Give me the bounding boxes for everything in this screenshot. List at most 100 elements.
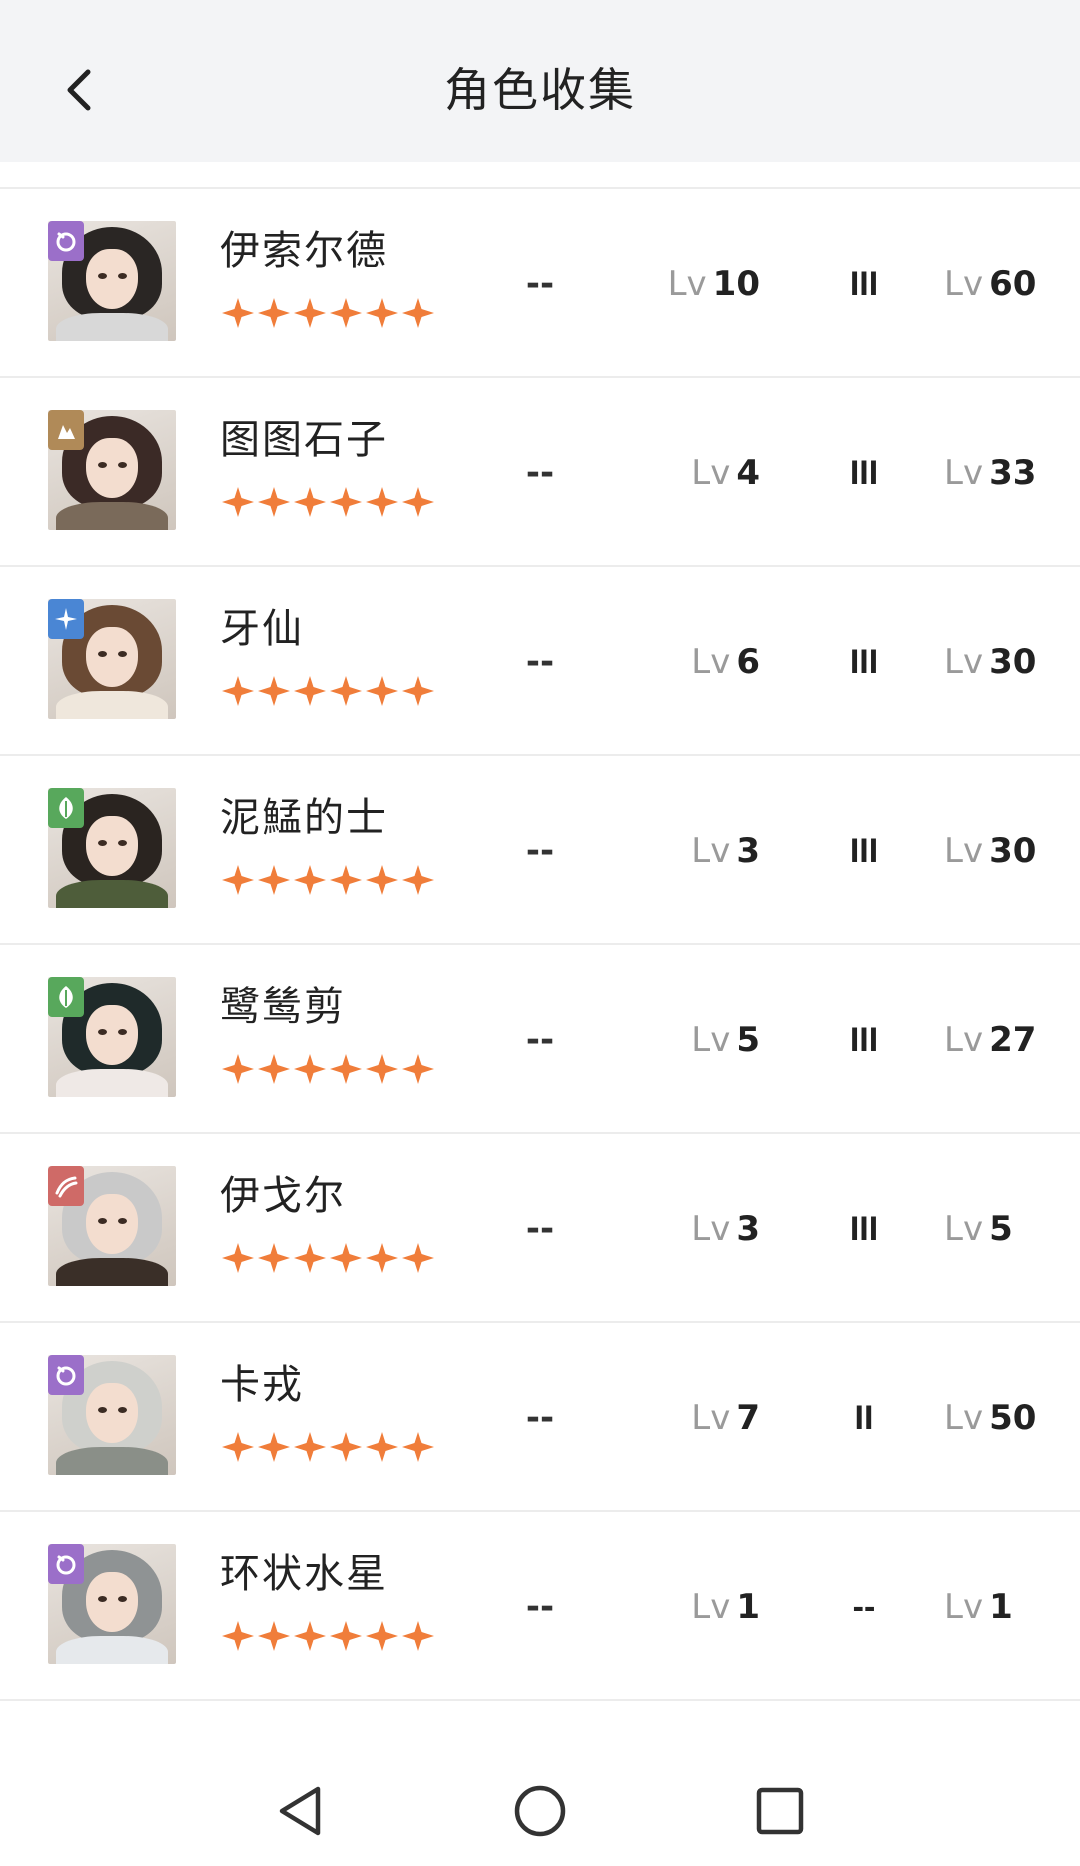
character-row[interactable]: 卡戎 -- Lv 7 II Lv 50 xyxy=(0,1323,1080,1512)
circle-home-icon xyxy=(514,1785,566,1837)
character-max-level: Lv 5 xyxy=(944,1204,1060,1254)
character-row[interactable]: 环状水星 -- Lv 1 -- Lv 1 xyxy=(0,1512,1080,1701)
character-row[interactable]: 伊戈尔 -- Lv 3 III Lv 5 xyxy=(0,1134,1080,1323)
character-row[interactable]: 泥鯭的士 -- Lv 3 III Lv 30 xyxy=(0,756,1080,945)
star-icon xyxy=(330,1432,362,1462)
character-max-level: Lv 50 xyxy=(944,1393,1060,1443)
character-level: Lv 4 xyxy=(640,448,760,498)
character-row[interactable]: 鹭鸶剪 -- Lv 5 III Lv 27 xyxy=(0,945,1080,1134)
level-value: 3 xyxy=(736,831,760,871)
star-icon xyxy=(366,1243,398,1273)
character-max-level: Lv 33 xyxy=(944,448,1060,498)
level-prefix: Lv xyxy=(944,831,984,871)
character-name: 伊索尔德 xyxy=(220,228,388,274)
star-icon xyxy=(366,1054,398,1084)
nav-recents-button[interactable] xyxy=(745,1776,815,1846)
star-icon xyxy=(366,298,398,328)
level-prefix: Lv xyxy=(691,642,731,682)
star-icon xyxy=(366,1432,398,1462)
star-icon xyxy=(294,1621,326,1651)
green-leaf-element-icon xyxy=(48,977,84,1017)
page-title: 角色收集 xyxy=(444,63,636,117)
star-icon xyxy=(222,298,254,328)
character-max-level: Lv 27 xyxy=(944,1015,1060,1065)
character-level: Lv 5 xyxy=(640,1015,760,1065)
app-header: 角色收集 xyxy=(0,0,1080,162)
character-col1: -- xyxy=(525,453,555,493)
star-icon xyxy=(258,487,290,517)
max-level-value: 50 xyxy=(989,1398,1037,1438)
character-max-level: Lv60 xyxy=(944,259,1060,309)
max-level-value: 30 xyxy=(989,831,1037,871)
character-avatar xyxy=(48,977,176,1097)
star-icon xyxy=(402,487,434,517)
purple-ring-element-icon xyxy=(48,1355,84,1395)
level-value: 6 xyxy=(736,642,760,682)
star-rating xyxy=(220,297,436,329)
character-col1: -- xyxy=(525,1398,555,1438)
character-col1: -- xyxy=(525,264,555,304)
level-value: 5 xyxy=(736,1020,760,1060)
character-rank: III xyxy=(849,454,879,492)
star-rating xyxy=(220,1431,436,1463)
star-icon xyxy=(258,1054,290,1084)
character-avatar xyxy=(48,1166,176,1286)
level-prefix: Lv xyxy=(691,1020,731,1060)
character-rank: III xyxy=(849,832,879,870)
character-avatar xyxy=(48,1355,176,1475)
star-icon xyxy=(330,1054,362,1084)
star-icon xyxy=(330,487,362,517)
star-rating xyxy=(220,1620,436,1652)
max-level-value: 60 xyxy=(989,264,1037,304)
max-level-value: 33 xyxy=(989,453,1037,493)
level-prefix: Lv xyxy=(667,264,707,304)
character-name: 牙仙 xyxy=(220,606,304,652)
star-rating xyxy=(220,864,436,896)
character-name: 环状水星 xyxy=(220,1551,388,1597)
green-leaf-element-icon xyxy=(48,788,84,828)
max-level-value: 30 xyxy=(989,642,1037,682)
level-value: 3 xyxy=(736,1209,760,1249)
level-value: 1 xyxy=(736,1587,760,1627)
nav-home-button[interactable] xyxy=(505,1776,575,1846)
star-icon xyxy=(222,676,254,706)
star-icon xyxy=(258,1432,290,1462)
character-name: 图图石子 xyxy=(220,417,388,463)
character-row[interactable]: 图图石子 -- Lv 4 III Lv 33 xyxy=(0,378,1080,567)
star-icon xyxy=(258,298,290,328)
character-col1: -- xyxy=(525,1020,555,1060)
red-claw-element-icon xyxy=(48,1166,84,1206)
character-level: Lv 1 xyxy=(640,1582,760,1632)
level-value: 10 xyxy=(712,264,760,304)
star-icon xyxy=(222,1243,254,1273)
level-prefix: Lv xyxy=(944,264,984,304)
character-avatar xyxy=(48,410,176,530)
star-icon xyxy=(294,298,326,328)
level-prefix: Lv xyxy=(944,453,984,493)
level-prefix: Lv xyxy=(691,1587,731,1627)
star-icon xyxy=(330,298,362,328)
level-value: 4 xyxy=(736,453,760,493)
level-prefix: Lv xyxy=(691,1209,731,1249)
character-name: 伊戈尔 xyxy=(220,1173,346,1219)
star-icon xyxy=(222,1432,254,1462)
star-icon xyxy=(366,1621,398,1651)
star-icon xyxy=(366,487,398,517)
character-rank: -- xyxy=(852,1588,876,1626)
nav-back-button[interactable] xyxy=(265,1776,335,1846)
star-icon xyxy=(294,1432,326,1462)
character-col1: -- xyxy=(525,642,555,682)
character-max-level: Lv 30 xyxy=(944,637,1060,687)
triangle-back-icon xyxy=(279,1786,321,1836)
star-icon xyxy=(402,1054,434,1084)
character-name: 鹭鸶剪 xyxy=(220,984,346,1030)
level-prefix: Lv xyxy=(944,1398,984,1438)
star-rating xyxy=(220,1242,436,1274)
system-nav-bar xyxy=(0,1756,1080,1866)
character-name: 卡戎 xyxy=(220,1362,304,1408)
character-row[interactable]: 牙仙 -- Lv 6 III Lv 30 xyxy=(0,567,1080,756)
max-level-value: 5 xyxy=(989,1209,1013,1249)
character-row[interactable]: 伊索尔德 -- Lv 10 III Lv 60 xyxy=(0,189,1080,378)
character-avatar xyxy=(48,788,176,908)
star-icon xyxy=(366,865,398,895)
